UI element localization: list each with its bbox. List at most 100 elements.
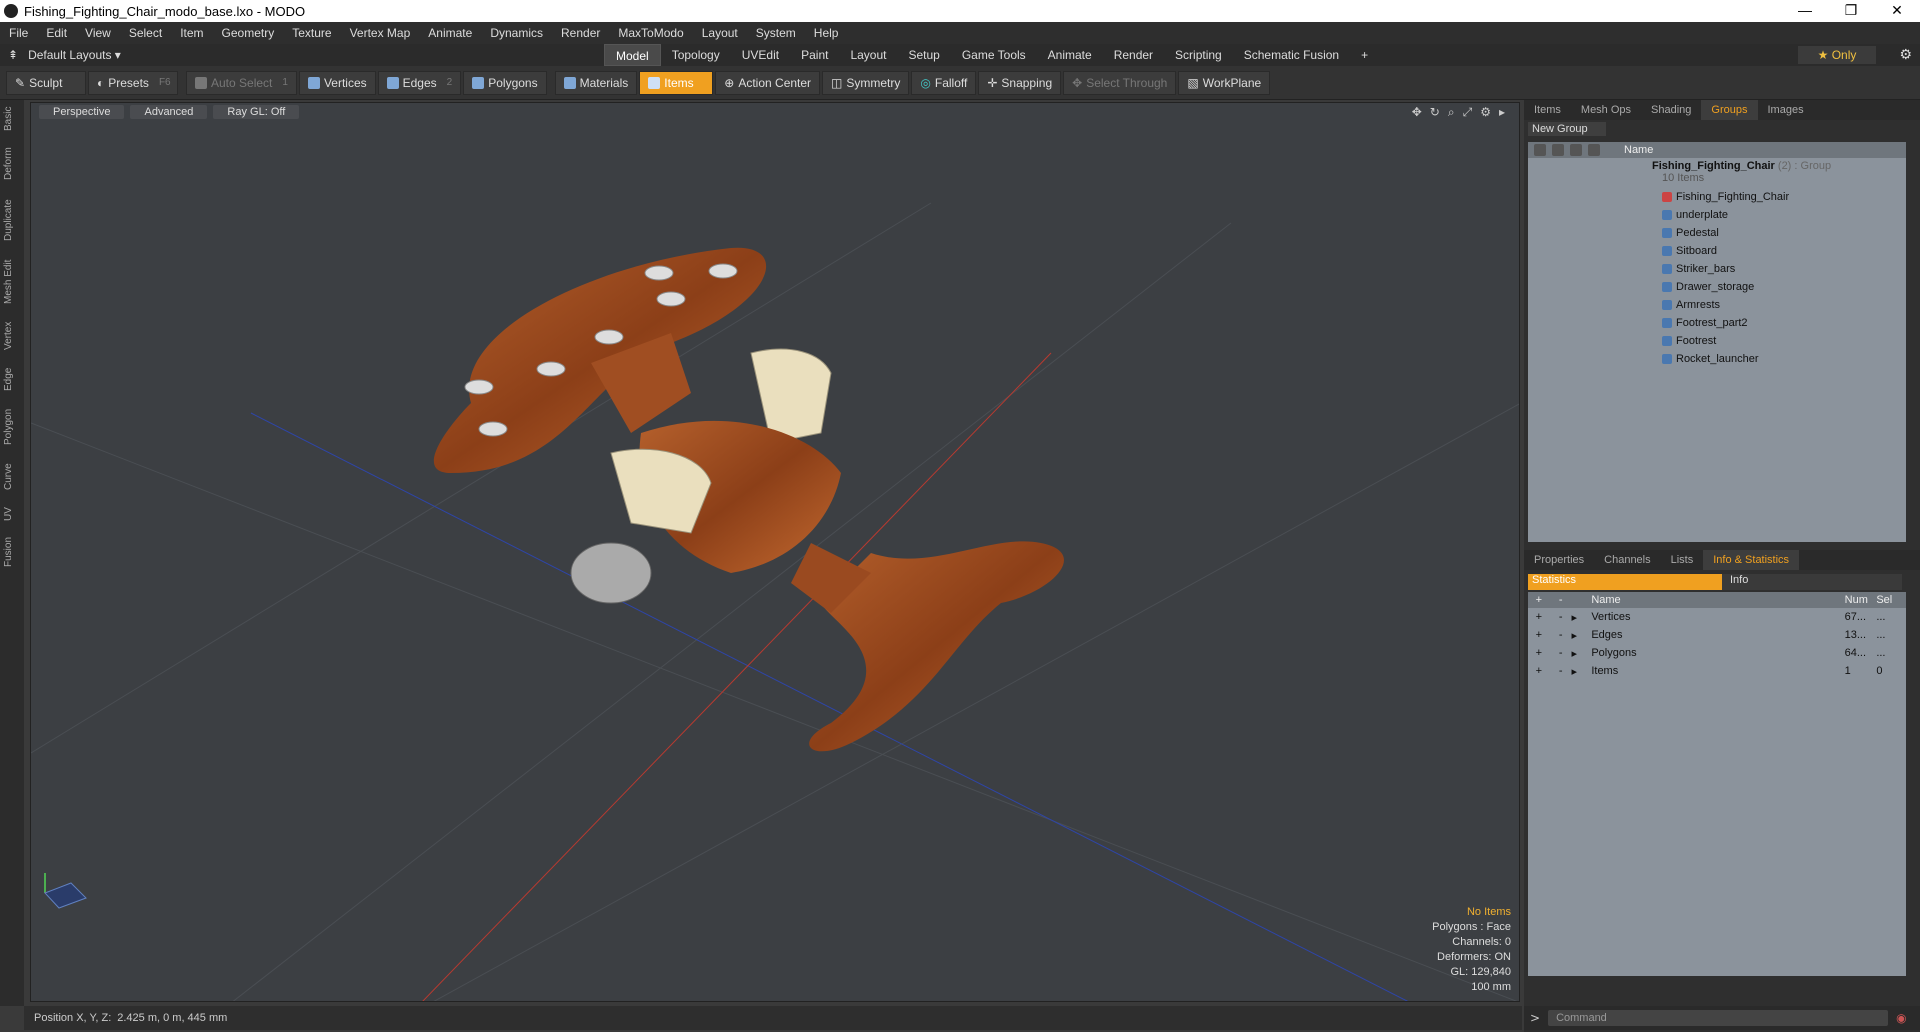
- vtab-uv[interactable]: UV: [3, 504, 21, 524]
- menu-view[interactable]: View: [76, 26, 120, 40]
- expand-icon[interactable]: ▸: [1572, 647, 1592, 660]
- remove-icon[interactable]: -: [1550, 629, 1572, 641]
- tree-item[interactable]: Striker_bars: [1528, 260, 1906, 278]
- add-tab-icon[interactable]: +: [1350, 44, 1379, 66]
- close-icon[interactable]: ✕: [1874, 0, 1920, 22]
- 3d-viewport[interactable]: Perspective Advanced Ray GL: Off ✥ ↻ ⌕ ⤢…: [30, 102, 1520, 1002]
- group-row[interactable]: Fishing_Fighting_Chair (2) : Group 10 It…: [1528, 158, 1906, 188]
- minimize-icon[interactable]: —: [1782, 0, 1828, 22]
- default-layouts-dropdown[interactable]: Default Layouts ▾: [28, 48, 121, 62]
- table-row[interactable]: + - ▸ Items 1 0: [1528, 662, 1906, 680]
- expand-icon[interactable]: ▸: [1572, 665, 1592, 678]
- tab-model[interactable]: Model: [604, 44, 661, 66]
- add-icon[interactable]: +: [1528, 629, 1550, 641]
- vtab-basic[interactable]: Basic: [3, 104, 21, 134]
- only-toggle[interactable]: ★ Only: [1798, 46, 1876, 64]
- tab-groups[interactable]: Groups: [1701, 100, 1758, 120]
- expand-arrow-icon[interactable]: ▸: [1499, 105, 1505, 120]
- select-through-button[interactable]: ✥ Select Through: [1063, 70, 1177, 95]
- fit-icon[interactable]: ⤢: [1463, 105, 1473, 120]
- tab-info-statistics[interactable]: Info & Statistics: [1703, 550, 1800, 570]
- rotate-icon[interactable]: ↻: [1430, 105, 1440, 120]
- sculpt-button[interactable]: ✎ Sculpt: [6, 70, 86, 95]
- tree-item[interactable]: Footrest_part2: [1528, 314, 1906, 332]
- vertices-button[interactable]: Vertices: [298, 70, 376, 95]
- gear-icon[interactable]: ⚙: [1899, 46, 1912, 63]
- tree-item[interactable]: Drawer_storage: [1528, 278, 1906, 296]
- tree-item[interactable]: Footrest: [1528, 332, 1906, 350]
- menu-system[interactable]: System: [747, 26, 805, 40]
- vtab-edge[interactable]: Edge: [3, 364, 21, 394]
- view-mode-button[interactable]: Perspective: [39, 105, 125, 119]
- zoom-icon[interactable]: ⌕: [1448, 105, 1455, 120]
- menu-item[interactable]: Item: [171, 26, 212, 40]
- remove-icon[interactable]: -: [1550, 647, 1572, 659]
- tab-game-tools[interactable]: Game Tools: [951, 44, 1037, 66]
- edges-button[interactable]: Edges 2: [377, 70, 462, 95]
- add-icon[interactable]: +: [1528, 611, 1550, 623]
- visibility-icon[interactable]: [1534, 144, 1546, 156]
- vtab-curve[interactable]: Curve: [3, 460, 21, 494]
- snapping-button[interactable]: ✛ Snapping: [978, 70, 1062, 95]
- tab-scripting[interactable]: Scripting: [1164, 44, 1233, 66]
- shading-mode-button[interactable]: Advanced: [130, 105, 208, 119]
- vtab-mesh-edit[interactable]: Mesh Edit: [3, 256, 21, 308]
- table-row[interactable]: + - ▸ Vertices 67......: [1528, 608, 1906, 626]
- tree-item[interactable]: underplate: [1528, 206, 1906, 224]
- vtab-deform[interactable]: Deform: [3, 144, 21, 184]
- menu-texture[interactable]: Texture: [283, 26, 340, 40]
- vtab-fusion[interactable]: Fusion: [3, 534, 21, 570]
- expand-icon[interactable]: ▸: [1572, 629, 1592, 642]
- subtab-statistics[interactable]: Statistics: [1528, 574, 1722, 590]
- tab-animate[interactable]: Animate: [1037, 44, 1103, 66]
- tab-uvedit[interactable]: UVEdit: [731, 44, 790, 66]
- tab-images[interactable]: Images: [1758, 100, 1814, 120]
- tab-render[interactable]: Render: [1103, 44, 1164, 66]
- menu-dynamics[interactable]: Dynamics: [481, 26, 552, 40]
- tab-paint[interactable]: Paint: [790, 44, 839, 66]
- tree-item[interactable]: Armrests: [1528, 296, 1906, 314]
- maximize-icon[interactable]: ❐: [1828, 0, 1874, 22]
- tree-item[interactable]: Pedestal: [1528, 224, 1906, 242]
- command-history-icon[interactable]: ◉: [1896, 1011, 1906, 1025]
- tab-schematic-fusion[interactable]: Schematic Fusion: [1233, 44, 1350, 66]
- render-icon[interactable]: [1552, 144, 1564, 156]
- remove-icon[interactable]: -: [1550, 665, 1572, 677]
- menu-help[interactable]: Help: [805, 26, 848, 40]
- tab-channels[interactable]: Channels: [1594, 550, 1660, 570]
- raygl-button[interactable]: Ray GL: Off: [213, 105, 300, 119]
- add-icon[interactable]: +: [1528, 647, 1550, 659]
- menu-vertex-map[interactable]: Vertex Map: [341, 26, 420, 40]
- table-row[interactable]: + - ▸ Edges 13......: [1528, 626, 1906, 644]
- tab-layout[interactable]: Layout: [839, 44, 897, 66]
- materials-button[interactable]: Materials: [554, 70, 638, 95]
- tab-properties[interactable]: Properties: [1524, 550, 1594, 570]
- menu-select[interactable]: Select: [120, 26, 171, 40]
- menu-edit[interactable]: Edit: [37, 26, 76, 40]
- lock-icon[interactable]: [1570, 144, 1582, 156]
- tree-item[interactable]: Fishing_Fighting_Chair: [1528, 188, 1906, 206]
- subtab-info[interactable]: Info: [1722, 574, 1902, 590]
- menu-geometry[interactable]: Geometry: [213, 26, 284, 40]
- polygons-button[interactable]: Polygons: [463, 70, 547, 95]
- tab-setup[interactable]: Setup: [897, 44, 950, 66]
- tree-item[interactable]: Rocket_launcher: [1528, 350, 1906, 368]
- menu-maxtomodo[interactable]: MaxToModo: [609, 26, 692, 40]
- viewport-gear-icon[interactable]: ⚙: [1480, 105, 1491, 120]
- pan-icon[interactable]: ✥: [1412, 105, 1422, 120]
- tab-items[interactable]: Items: [1524, 100, 1571, 120]
- tab-lists[interactable]: Lists: [1661, 550, 1704, 570]
- tab-topology[interactable]: Topology: [661, 44, 731, 66]
- menu-file[interactable]: File: [0, 26, 37, 40]
- vtab-duplicate[interactable]: Duplicate: [3, 194, 21, 246]
- add-icon[interactable]: +: [1528, 665, 1550, 677]
- vtab-vertex[interactable]: Vertex: [3, 318, 21, 354]
- tab-mesh-ops[interactable]: Mesh Ops: [1571, 100, 1641, 120]
- layout-pin-icon[interactable]: ⇞: [8, 48, 18, 62]
- expand-icon[interactable]: ▸: [1572, 611, 1592, 624]
- presets-button[interactable]: ◐ Presets F6: [88, 70, 178, 95]
- fishing-chair-model[interactable]: [433, 247, 1064, 752]
- workplane-button[interactable]: ▧ WorkPlane: [1178, 70, 1271, 95]
- menu-animate[interactable]: Animate: [419, 26, 481, 40]
- tab-shading[interactable]: Shading: [1641, 100, 1701, 120]
